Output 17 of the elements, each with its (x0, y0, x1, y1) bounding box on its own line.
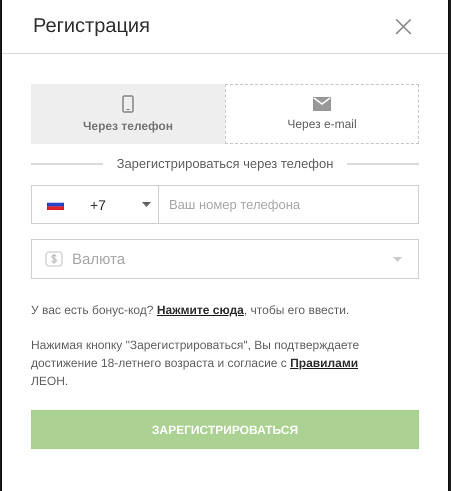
country-code: +7 (90, 196, 107, 212)
envelope-icon (313, 97, 331, 111)
tab[interactable]: Через e-mail (225, 84, 419, 144)
phone-input[interactable]: Ваш номер телефона (159, 185, 419, 224)
tab[interactable]: Через телефон (31, 84, 225, 144)
caret-icon (142, 202, 151, 207)
section-heading: Зарегистрироваться через телефон (116, 156, 334, 171)
money-icon (45, 251, 63, 267)
bonus-code-link[interactable]: Нажмите сюда (156, 303, 244, 317)
close-button[interactable]: × (386, 12, 420, 42)
terms-text: Нажимая кнопку "Зарегистрироваться", Вы подтверждаете достижение 18-летнего возраста и согласие с Правилами ЛЕОН. (31, 337, 360, 390)
country-code-dropdown[interactable]: +7 (31, 185, 159, 224)
caret-icon (393, 256, 402, 262)
dialog-title: Регистрация (33, 15, 150, 38)
phone-icon (122, 95, 134, 113)
rules-link[interactable]: Правилами (290, 356, 358, 370)
bonus-code-text: У вас есть бонус-код? Нажмите сюда, чтобы его ввести. (31, 302, 350, 319)
